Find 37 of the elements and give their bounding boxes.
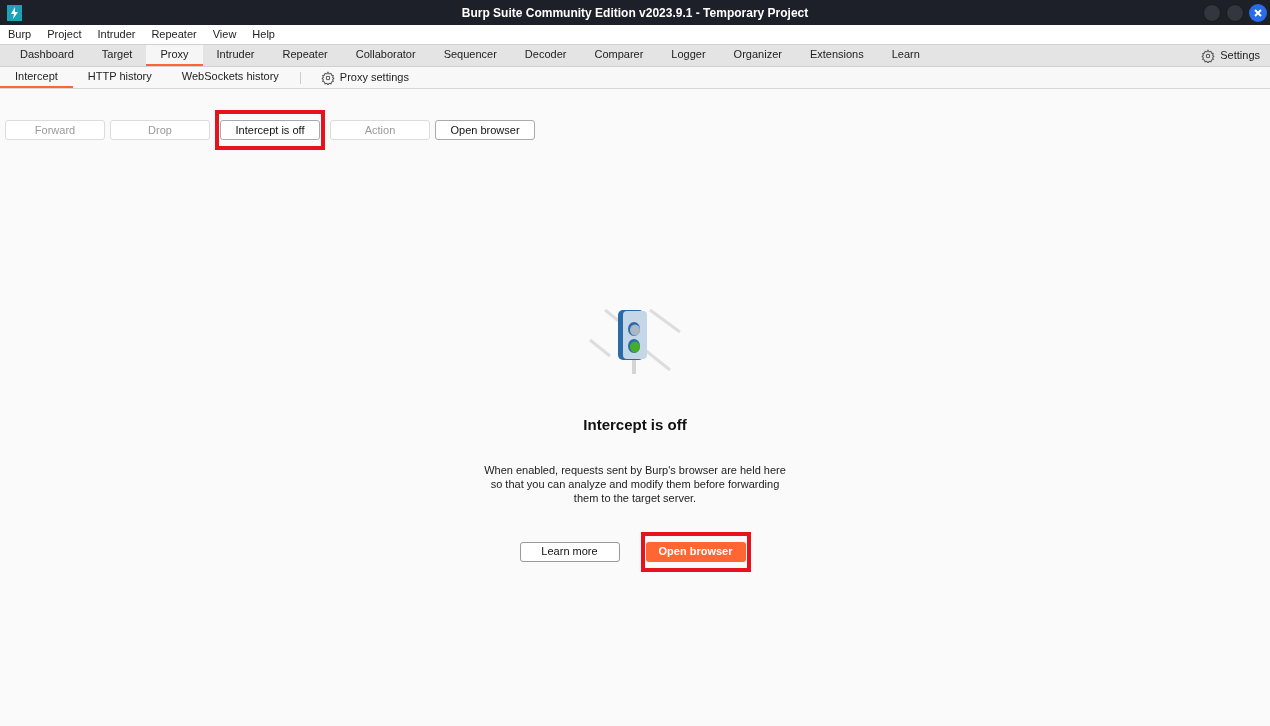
tab[interactable]: Collaborator <box>341 45 430 66</box>
sub-tab[interactable]: WebSockets history <box>166 67 294 88</box>
tab[interactable]: Target <box>87 45 147 66</box>
tab[interactable]: Dashboard <box>6 45 88 66</box>
app-logo-icon <box>7 4 22 21</box>
toolbar-button[interactable]: Intercept is off <box>220 120 320 140</box>
menu-item[interactable]: Repeater <box>143 26 205 43</box>
sub-tab[interactable]: Intercept <box>0 67 73 88</box>
window-title: Burp Suite Community Edition v2023.9.1 - Temporary Project <box>461 4 809 22</box>
empty-state-message: When enabled, requests sent by Burp's browser are held here so that you can analyze and modify them before forwarding them to the target server. <box>484 462 786 505</box>
tab[interactable]: Sequencer <box>429 45 511 66</box>
settings-button[interactable]: Settings <box>1201 45 1260 66</box>
close-icon <box>1254 8 1262 17</box>
menu-item[interactable]: Help <box>244 26 283 43</box>
proxy-settings-button[interactable]: Proxy settings <box>306 67 423 88</box>
tab[interactable]: Repeater <box>268 45 342 66</box>
minimize-button[interactable] <box>1203 3 1221 22</box>
tab[interactable]: Logger <box>657 45 720 66</box>
sub-tab[interactable]: HTTP history <box>72 67 167 88</box>
tab[interactable]: Organizer <box>719 45 796 66</box>
menu-item[interactable]: Burp <box>0 26 40 43</box>
tab[interactable]: Proxy <box>146 45 203 66</box>
close-button[interactable] <box>1249 3 1267 22</box>
tab[interactable]: Decoder <box>510 45 581 66</box>
settings-icon <box>320 70 335 85</box>
empty-state-heading: Intercept is off <box>583 415 687 435</box>
tab[interactable]: Comparer <box>580 45 658 66</box>
menu-item[interactable]: View <box>204 26 245 43</box>
tab[interactable]: Learn <box>877 45 934 66</box>
menu-item[interactable]: Intruder <box>89 26 144 43</box>
tab[interactable]: Extensions <box>795 45 878 66</box>
maximize-button[interactable] <box>1226 3 1244 22</box>
menu-item[interactable]: Project <box>39 26 90 43</box>
tab[interactable]: Intruder <box>202 45 269 66</box>
learn-more-button[interactable]: Learn more <box>519 541 620 562</box>
settings-icon <box>1201 48 1216 63</box>
toolbar-button[interactable]: Open browser <box>435 120 535 140</box>
